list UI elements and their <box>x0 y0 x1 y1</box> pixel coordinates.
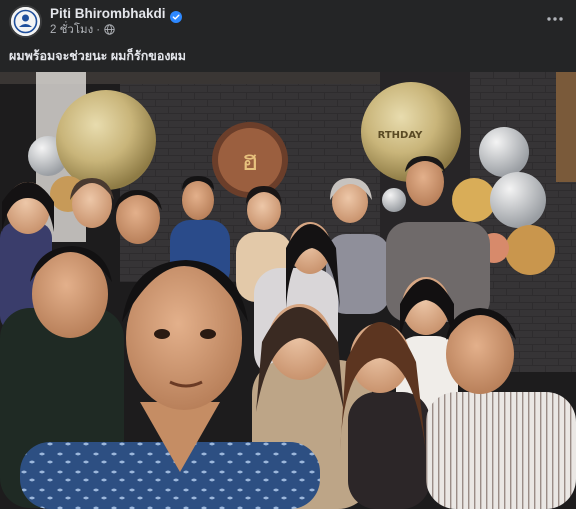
verified-badge-icon <box>169 8 182 23</box>
post-meta: 2 ชั่วโมง · <box>50 22 182 37</box>
post-photo[interactable]: ฮ RTHDAY <box>0 72 576 509</box>
globe-icon[interactable] <box>104 24 115 35</box>
post-header: Piti Bhirombhakdi 2 ชั่วโมง · <box>0 0 576 42</box>
post-caption: ผมพร้อมจะช่วยนะ ผมก็รักของผม <box>9 49 186 63</box>
svg-text:ฮ: ฮ <box>241 144 258 177</box>
author-block: Piti Bhirombhakdi 2 ชั่วโมง · <box>50 5 182 37</box>
balloon-text: RTHDAY <box>378 130 424 141</box>
meta-separator: · <box>96 23 101 36</box>
author-name[interactable]: Piti Bhirombhakdi <box>50 6 166 21</box>
author-avatar[interactable] <box>9 4 42 38</box>
group-selfie-illustration: ฮ RTHDAY <box>0 72 576 509</box>
more-options-button[interactable] <box>542 6 568 32</box>
post-timestamp[interactable]: 2 ชั่วโมง <box>50 21 93 39</box>
more-horizontal-icon <box>547 17 563 21</box>
author-row: Piti Bhirombhakdi <box>50 5 182 23</box>
